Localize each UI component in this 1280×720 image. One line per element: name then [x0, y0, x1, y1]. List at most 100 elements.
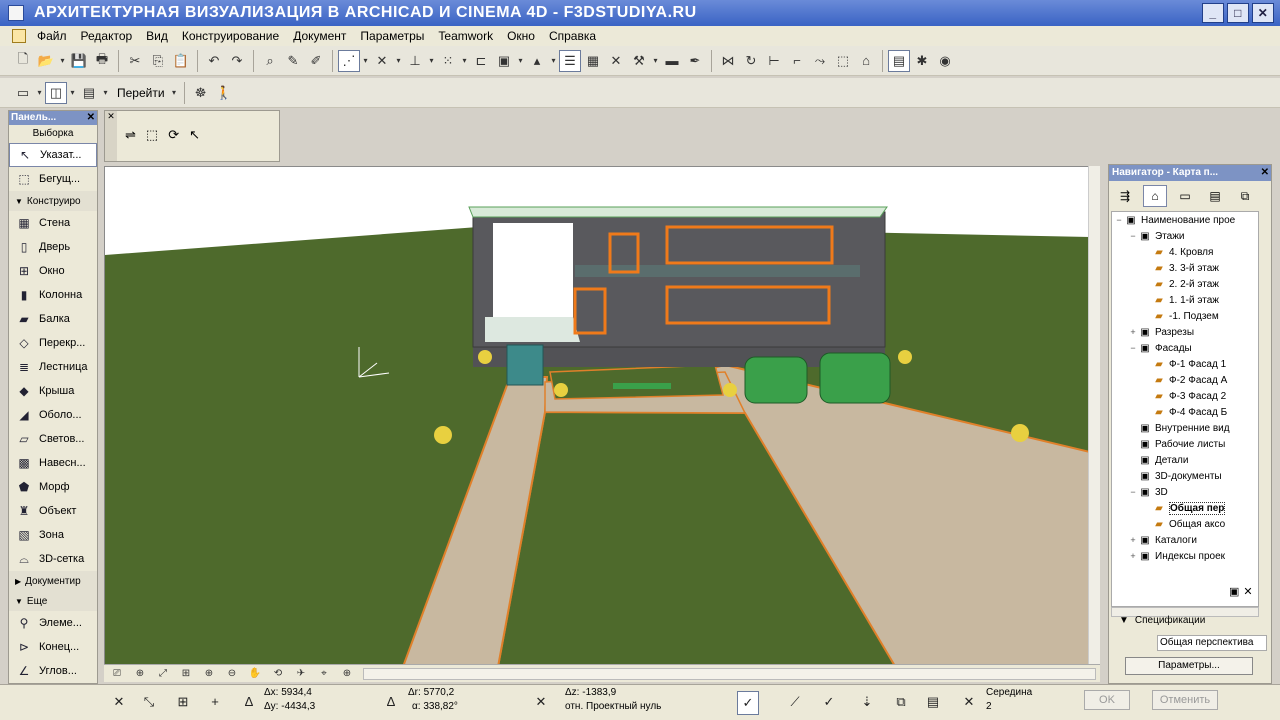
lock-a-icon[interactable]: Δ: [238, 691, 260, 715]
group-document[interactable]: ▶ Документир: [9, 571, 97, 591]
tool-curtain-wall[interactable]: ▩ Навесн...: [9, 451, 97, 475]
zoom-window-icon[interactable]: ⊞: [175, 666, 197, 682]
reference-value[interactable]: отн. Проектный нуль: [565, 701, 661, 713]
snap-midpoint-icon[interactable]: ✕: [958, 691, 980, 715]
cancel-x-icon[interactable]: ✕: [108, 691, 130, 715]
print-icon[interactable]: 🖶: [91, 50, 113, 72]
save-icon[interactable]: 💾: [68, 50, 90, 72]
view-map-icon[interactable]: ⌂: [1143, 185, 1167, 207]
tool-object[interactable]: ♜ Объект: [9, 499, 97, 523]
cut-icon[interactable]: ✂: [124, 50, 146, 72]
params-button[interactable]: Параметры...: [1125, 657, 1253, 675]
publisher-icon[interactable]: ▤: [1203, 185, 1227, 207]
expand-arrow-icon[interactable]: ▼: [1119, 615, 1129, 626]
menu-view[interactable]: Вид: [139, 26, 175, 46]
open-file-icon[interactable]: 📂: [35, 50, 57, 72]
group-construct[interactable]: ▼ Конструиро: [9, 191, 97, 211]
app-menu-icon[interactable]: [12, 29, 26, 43]
align-icon[interactable]: ⊏: [470, 50, 492, 72]
menu-teamwork[interactable]: Teamwork: [431, 26, 500, 46]
3d-scene[interactable]: [105, 167, 1100, 682]
tool-window[interactable]: ⊞ Окно: [9, 259, 97, 283]
tree-toggle-icon[interactable]: −: [1128, 487, 1138, 497]
guide-line-icon[interactable]: ⟋: [784, 691, 806, 715]
undo-icon[interactable]: ↶: [203, 50, 225, 72]
eraser-icon[interactable]: ▬: [661, 50, 683, 72]
rotate-icon[interactable]: ↻: [740, 50, 762, 72]
tree-node[interactable]: ▰ -1. Подзем: [1112, 308, 1258, 324]
copy-snap-icon[interactable]: ⧉: [890, 691, 912, 715]
view-settings-icon[interactable]: ⎚: [106, 666, 128, 682]
redo-icon[interactable]: ↷: [226, 50, 248, 72]
paste-icon[interactable]: 📋: [170, 50, 192, 72]
new-file-icon[interactable]: 🗋: [12, 50, 34, 72]
grid-icon[interactable]: ⊞: [172, 691, 194, 715]
close-icon[interactable]: ✕: [1261, 165, 1269, 181]
spec-value[interactable]: Общая перспектива: [1157, 635, 1267, 651]
tree-node[interactable]: ▰ Общая аксо: [1112, 516, 1258, 532]
tool-angle[interactable]: ∠ Углов...: [9, 659, 97, 683]
menu-window[interactable]: Окно: [500, 26, 542, 46]
goto-label[interactable]: Перейти: [111, 86, 169, 100]
tool-arrow[interactable]: ↖ Указат...: [9, 143, 97, 167]
tool-roof[interactable]: ◆ Крыша: [9, 379, 97, 403]
tree-toggle-icon[interactable]: −: [1128, 231, 1138, 241]
layout-book-icon[interactable]: ▭: [1173, 185, 1197, 207]
group-more[interactable]: ▼ Еще: [9, 591, 97, 611]
3d-viewport[interactable]: [104, 166, 1100, 682]
tool-slab[interactable]: ◇ Перекр...: [9, 331, 97, 355]
render-icon[interactable]: ◉: [934, 50, 956, 72]
tree-node[interactable]: + ▣ Разрезы: [1112, 324, 1258, 340]
tree-node[interactable]: ▣ Детали: [1112, 452, 1258, 468]
tree-node[interactable]: ▰ Ф-3 Фасад 2: [1112, 388, 1258, 404]
plus-icon[interactable]: +: [204, 691, 226, 715]
tool-mesh[interactable]: ⌓ 3D-сетка: [9, 547, 97, 571]
tool-morph[interactable]: ⬟ Морф: [9, 475, 97, 499]
tree-node[interactable]: + ▣ Индексы проек: [1112, 548, 1258, 564]
tree-node[interactable]: − ▣ 3D: [1112, 484, 1258, 500]
tool-beam[interactable]: ▰ Балка: [9, 307, 97, 331]
tree-node[interactable]: ▰ 4. Кровля: [1112, 244, 1258, 260]
pen-icon[interactable]: ✒: [684, 50, 706, 72]
ok-button[interactable]: OK: [1084, 690, 1130, 710]
layers-icon[interactable]: ▤: [922, 691, 944, 715]
tree-node[interactable]: ▰ 3. 3-й этаж: [1112, 260, 1258, 276]
walk-icon[interactable]: 🚶: [213, 82, 235, 104]
find-select-icon[interactable]: ⌕: [259, 50, 281, 72]
orbit-view-icon[interactable]: ⟲: [267, 666, 289, 682]
menu-help[interactable]: Справка: [542, 26, 603, 46]
close-icon[interactable]: ✕: [1243, 585, 1252, 598]
rect-method-icon[interactable]: ⬚: [146, 127, 158, 143]
tree-node[interactable]: ▰ 1. 1-й этаж: [1112, 292, 1258, 308]
home-icon[interactable]: ⌂: [855, 50, 877, 72]
cancel-button[interactable]: Отменить: [1152, 690, 1218, 710]
menu-file[interactable]: Файл: [30, 26, 74, 46]
menu-edit[interactable]: Редактор: [74, 26, 140, 46]
offset-icon[interactable]: ⤳: [809, 50, 831, 72]
3d-view-icon[interactable]: ◫: [45, 81, 67, 104]
pick-up-icon[interactable]: ✎: [282, 50, 304, 72]
tool-element[interactable]: ⚲ Элеме...: [9, 611, 97, 635]
close-icon[interactable]: ✕: [1252, 3, 1274, 23]
group-icon[interactable]: ▣: [493, 50, 515, 72]
tree-node[interactable]: ▰ 2. 2-й этаж: [1112, 276, 1258, 292]
tree-toggle-icon[interactable]: +: [1128, 327, 1138, 337]
magic-wand-icon[interactable]: ⋰: [338, 49, 360, 72]
split-icon[interactable]: ⊢: [763, 50, 785, 72]
close-icon[interactable]: ✕: [87, 111, 95, 125]
explore-icon[interactable]: ⌖: [313, 666, 335, 682]
tree-node[interactable]: + ▣ Каталоги: [1112, 532, 1258, 548]
tree-node[interactable]: − ▣ Этажи: [1112, 228, 1258, 244]
tool-shell[interactable]: ◢ Оболо...: [9, 403, 97, 427]
horizontal-scrollbar[interactable]: [363, 667, 1096, 680]
z-lock-icon[interactable]: ✕: [530, 691, 552, 715]
trace-icon[interactable]: ⇣: [856, 691, 878, 715]
dimension-icon[interactable]: ⤡: [138, 691, 160, 715]
layout-view-icon[interactable]: ▤: [78, 82, 100, 104]
pan-icon[interactable]: ✋: [244, 666, 266, 682]
inject-icon[interactable]: ✐: [305, 50, 327, 72]
vertical-scrollbar[interactable]: [1088, 166, 1100, 664]
trim-icon[interactable]: ✕: [371, 50, 393, 72]
tool-end[interactable]: ⊳ Конец...: [9, 635, 97, 659]
intersect-icon[interactable]: ⊥: [404, 50, 426, 72]
